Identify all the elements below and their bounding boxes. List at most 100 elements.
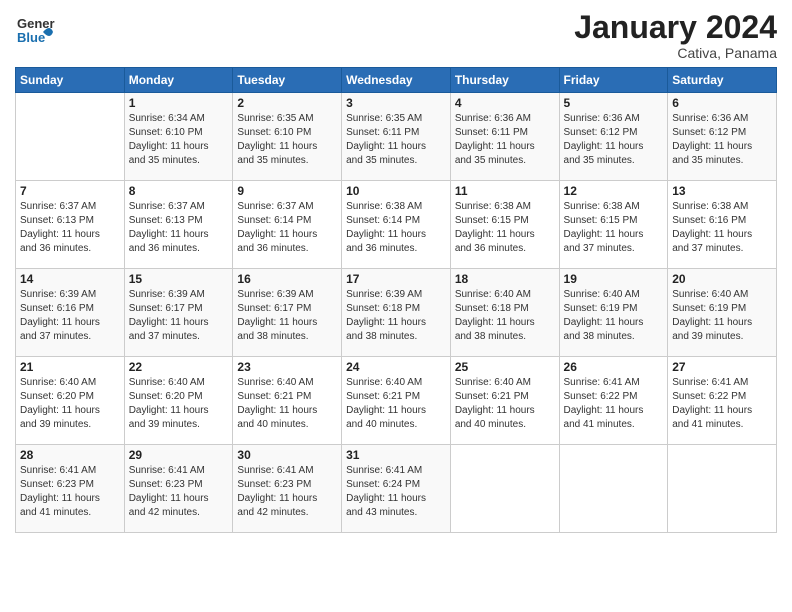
day-info: Sunrise: 6:38 AM Sunset: 6:15 PM Dayligh… [455,200,555,256]
day-cell [16,93,125,181]
header-row: SundayMondayTuesdayWednesdayThursdayFrid… [16,68,777,93]
day-cell: 10 Sunrise: 6:38 AM Sunset: 6:14 PM Dayli… [342,181,451,269]
day-info: Sunrise: 6:41 AM Sunset: 6:24 PM Dayligh… [346,464,446,520]
day-number: 15 [129,272,229,286]
day-info: Sunrise: 6:41 AM Sunset: 6:23 PM Dayligh… [237,464,337,520]
day-info: Sunrise: 6:36 AM Sunset: 6:12 PM Dayligh… [672,112,772,168]
logo: General Blue [15,10,55,55]
day-info: Sunrise: 6:40 AM Sunset: 6:19 PM Dayligh… [672,288,772,344]
week-row-2: 7 Sunrise: 6:37 AM Sunset: 6:13 PM Daylig… [16,181,777,269]
day-cell: 14Sunrise: 6:39 AM Sunset: 6:16 PM Dayli… [16,269,125,357]
day-cell: 6 Sunrise: 6:36 AM Sunset: 6:12 PM Daylig… [668,93,777,181]
day-info: Sunrise: 6:39 AM Sunset: 6:18 PM Dayligh… [346,288,446,344]
day-number: 30 [237,448,337,462]
day-info: Sunrise: 6:38 AM Sunset: 6:15 PM Dayligh… [564,200,664,256]
day-info: Sunrise: 6:40 AM Sunset: 6:19 PM Dayligh… [564,288,664,344]
day-info: Sunrise: 6:38 AM Sunset: 6:16 PM Dayligh… [672,200,772,256]
day-cell: 21 Sunrise: 6:40 AM Sunset: 6:20 PM Dayli… [16,357,125,445]
day-cell: 17 Sunrise: 6:39 AM Sunset: 6:18 PM Dayli… [342,269,451,357]
day-info: Sunrise: 6:41 AM Sunset: 6:22 PM Dayligh… [564,376,664,432]
day-number: 23 [237,360,337,374]
day-cell: 28 Sunrise: 6:41 AM Sunset: 6:23 PM Dayli… [16,445,125,533]
month-title: January 2024 [574,10,777,45]
day-number: 27 [672,360,772,374]
day-info: Sunrise: 6:37 AM Sunset: 6:14 PM Dayligh… [237,200,337,256]
day-info: Sunrise: 6:40 AM Sunset: 6:21 PM Dayligh… [346,376,446,432]
day-cell: 5Sunrise: 6:36 AM Sunset: 6:12 PM Daylig… [559,93,668,181]
day-cell: 19 Sunrise: 6:40 AM Sunset: 6:19 PM Dayli… [559,269,668,357]
day-cell: 8 Sunrise: 6:37 AM Sunset: 6:13 PM Daylig… [124,181,233,269]
day-number: 12 [564,184,664,198]
day-info: Sunrise: 6:41 AM Sunset: 6:23 PM Dayligh… [20,464,120,520]
day-number: 8 [129,184,229,198]
day-cell: 24Sunrise: 6:40 AM Sunset: 6:21 PM Dayli… [342,357,451,445]
day-number: 28 [20,448,120,462]
day-number: 14 [20,272,120,286]
col-header-sunday: Sunday [16,68,125,93]
day-cell [668,445,777,533]
day-cell: 3 Sunrise: 6:35 AM Sunset: 6:11 PM Daylig… [342,93,451,181]
week-row-4: 21 Sunrise: 6:40 AM Sunset: 6:20 PM Dayli… [16,357,777,445]
svg-text:Blue: Blue [17,30,45,45]
day-number: 5 [564,96,664,110]
day-info: Sunrise: 6:40 AM Sunset: 6:21 PM Dayligh… [455,376,555,432]
header: General Blue January 2024 Cativa, Panama [15,10,777,61]
day-cell: 29Sunrise: 6:41 AM Sunset: 6:23 PM Dayli… [124,445,233,533]
day-number: 6 [672,96,772,110]
day-number: 7 [20,184,120,198]
day-info: Sunrise: 6:41 AM Sunset: 6:23 PM Dayligh… [129,464,229,520]
day-cell: 4 Sunrise: 6:36 AM Sunset: 6:11 PM Daylig… [450,93,559,181]
day-cell: 1Sunrise: 6:34 AM Sunset: 6:10 PM Daylig… [124,93,233,181]
day-cell [559,445,668,533]
day-info: Sunrise: 6:37 AM Sunset: 6:13 PM Dayligh… [129,200,229,256]
day-info: Sunrise: 6:38 AM Sunset: 6:14 PM Dayligh… [346,200,446,256]
col-header-wednesday: Wednesday [342,68,451,93]
day-info: Sunrise: 6:40 AM Sunset: 6:20 PM Dayligh… [20,376,120,432]
col-header-thursday: Thursday [450,68,559,93]
day-number: 19 [564,272,664,286]
day-cell: 22Sunrise: 6:40 AM Sunset: 6:20 PM Dayli… [124,357,233,445]
day-cell: 25 Sunrise: 6:40 AM Sunset: 6:21 PM Dayli… [450,357,559,445]
day-number: 9 [237,184,337,198]
col-header-monday: Monday [124,68,233,93]
day-number: 25 [455,360,555,374]
day-info: Sunrise: 6:41 AM Sunset: 6:22 PM Dayligh… [672,376,772,432]
day-number: 10 [346,184,446,198]
day-info: Sunrise: 6:40 AM Sunset: 6:20 PM Dayligh… [129,376,229,432]
week-row-1: 1Sunrise: 6:34 AM Sunset: 6:10 PM Daylig… [16,93,777,181]
day-info: Sunrise: 6:39 AM Sunset: 6:17 PM Dayligh… [129,288,229,344]
day-cell: 27 Sunrise: 6:41 AM Sunset: 6:22 PM Dayli… [668,357,777,445]
day-number: 13 [672,184,772,198]
day-info: Sunrise: 6:36 AM Sunset: 6:11 PM Dayligh… [455,112,555,168]
day-number: 11 [455,184,555,198]
day-number: 17 [346,272,446,286]
day-cell: 20 Sunrise: 6:40 AM Sunset: 6:19 PM Dayli… [668,269,777,357]
day-cell: 16Sunrise: 6:39 AM Sunset: 6:17 PM Dayli… [233,269,342,357]
day-cell: 31 Sunrise: 6:41 AM Sunset: 6:24 PM Dayli… [342,445,451,533]
day-cell: 18 Sunrise: 6:40 AM Sunset: 6:18 PM Dayli… [450,269,559,357]
day-number: 18 [455,272,555,286]
logo-mark: General Blue [15,10,55,55]
day-cell: 9 Sunrise: 6:37 AM Sunset: 6:14 PM Daylig… [233,181,342,269]
col-header-tuesday: Tuesday [233,68,342,93]
day-number: 3 [346,96,446,110]
day-cell: 2Sunrise: 6:35 AM Sunset: 6:10 PM Daylig… [233,93,342,181]
day-cell: 11 Sunrise: 6:38 AM Sunset: 6:15 PM Dayli… [450,181,559,269]
day-info: Sunrise: 6:35 AM Sunset: 6:11 PM Dayligh… [346,112,446,168]
day-number: 21 [20,360,120,374]
page-container: General Blue January 2024 Cativa, Panama… [0,0,792,543]
day-info: Sunrise: 6:40 AM Sunset: 6:21 PM Dayligh… [237,376,337,432]
day-number: 31 [346,448,446,462]
day-info: Sunrise: 6:39 AM Sunset: 6:17 PM Dayligh… [237,288,337,344]
day-number: 4 [455,96,555,110]
day-cell: 15 Sunrise: 6:39 AM Sunset: 6:17 PM Dayli… [124,269,233,357]
col-header-friday: Friday [559,68,668,93]
day-cell: 30 Sunrise: 6:41 AM Sunset: 6:23 PM Dayli… [233,445,342,533]
title-area: January 2024 Cativa, Panama [574,10,777,61]
day-info: Sunrise: 6:37 AM Sunset: 6:13 PM Dayligh… [20,200,120,256]
day-number: 1 [129,96,229,110]
day-number: 20 [672,272,772,286]
week-row-3: 14Sunrise: 6:39 AM Sunset: 6:16 PM Dayli… [16,269,777,357]
day-info: Sunrise: 6:35 AM Sunset: 6:10 PM Dayligh… [237,112,337,168]
day-info: Sunrise: 6:40 AM Sunset: 6:18 PM Dayligh… [455,288,555,344]
